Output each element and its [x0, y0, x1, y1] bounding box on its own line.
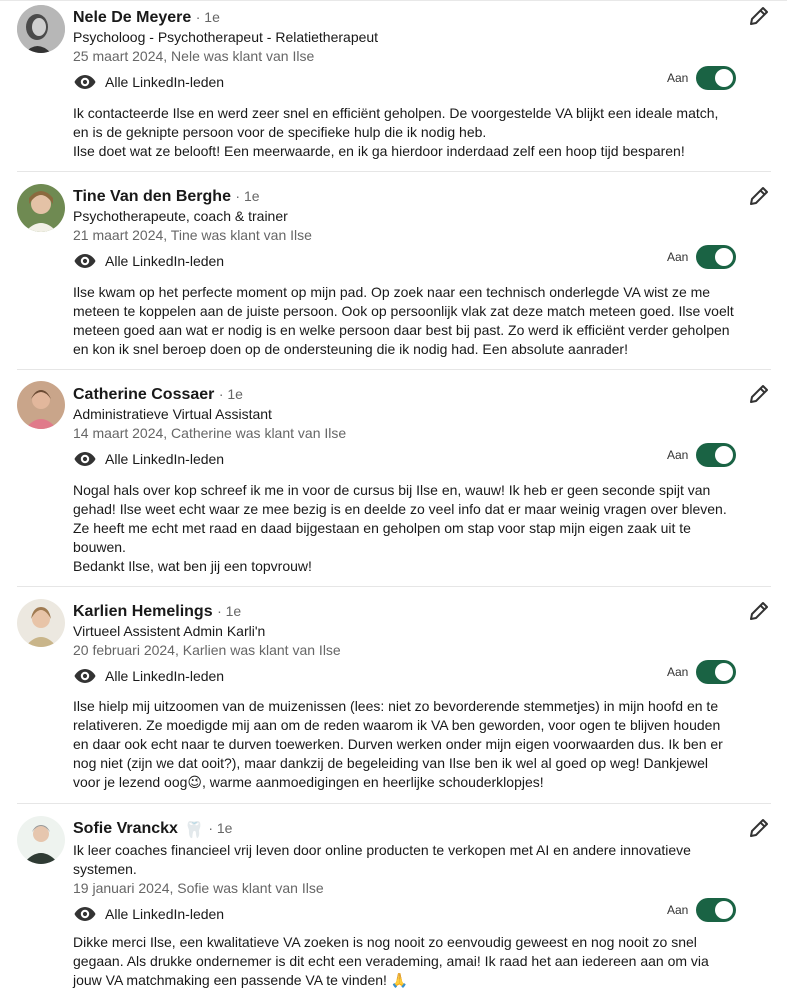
- edit-pencil-icon[interactable]: [747, 184, 771, 208]
- visibility-setting: Alle LinkedIn-leden: [73, 664, 224, 688]
- visibility-toggle[interactable]: [696, 66, 737, 90]
- recommendation-date: 20 februari 2024, Karlien was klant van …: [73, 642, 341, 658]
- recommendation-text: Ilse hielp mij uitzoomen van de muizenis…: [73, 698, 723, 790]
- edit-pencil-icon[interactable]: [747, 382, 771, 406]
- toggle-label: Aan: [667, 903, 689, 917]
- member-headline: Psycholoog - Psychotherapeut - Relatieth…: [73, 29, 379, 45]
- eye-icon: [74, 907, 96, 921]
- recommendation-date: 21 maart 2024, Tine was klant van Ilse: [73, 227, 312, 243]
- avatar[interactable]: [17, 816, 65, 864]
- visibility-toggle[interactable]: [696, 898, 737, 922]
- visibility-label: Alle LinkedIn-leden: [105, 253, 225, 269]
- connection-degree: · 1e: [235, 188, 260, 204]
- recommendation-text: Ilse kwam op het perfecte moment op mijn…: [73, 284, 734, 357]
- visibility-setting: Alle LinkedIn-leden: [73, 70, 224, 94]
- visibility-setting: Alle LinkedIn-leden: [73, 447, 224, 471]
- toggle-label: Aan: [667, 448, 689, 462]
- eye-icon: [74, 452, 96, 466]
- recommendation-date: 14 maart 2024, Catherine was klant van I…: [73, 425, 347, 441]
- toggle-label: Aan: [667, 250, 689, 264]
- recommendation-date: 25 maart 2024, Nele was klant van Ilse: [73, 48, 315, 64]
- recommendation-item: Catherine Cossaer · 1e Administratieve V…: [17, 369, 771, 587]
- toggle-label: Aan: [667, 665, 689, 679]
- recommendation-date: 19 januari 2024, Sofie was klant van Ils…: [73, 880, 324, 896]
- edit-pencil-icon[interactable]: [747, 816, 771, 840]
- member-name[interactable]: Catherine Cossaer: [73, 386, 214, 403]
- recommendation-text: Dikke merci Ilse, een kwalitatieve VA zo…: [73, 934, 709, 988]
- member-headline: Ik leer coaches financieel vrij leven do…: [73, 842, 691, 877]
- visibility-setting: Alle LinkedIn-leden: [73, 249, 224, 273]
- recommendation-item: Nele De Meyere · 1e Psycholoog - Psychot…: [17, 0, 771, 172]
- connection-degree: · 1e: [195, 9, 220, 25]
- visibility-label: Alle LinkedIn-leden: [105, 906, 225, 922]
- recommendation-text: Nogal hals over kop schreef ik me in voo…: [73, 482, 727, 574]
- edit-pencil-icon[interactable]: [747, 4, 771, 28]
- connection-degree: · 1e: [218, 386, 243, 402]
- avatar[interactable]: [17, 5, 65, 53]
- member-name[interactable]: Nele De Meyere: [73, 9, 191, 26]
- visibility-toggle[interactable]: [696, 443, 737, 467]
- eye-icon: [74, 75, 96, 89]
- avatar[interactable]: [17, 184, 65, 232]
- visibility-label: Alle LinkedIn-leden: [105, 451, 225, 467]
- member-name[interactable]: Karlien Hemelings: [73, 603, 213, 620]
- visibility-toggle[interactable]: [696, 660, 737, 684]
- visibility-setting: Alle LinkedIn-leden: [73, 902, 224, 926]
- recommendation-item: Karlien Hemelings · 1e Virtueel Assisten…: [17, 586, 771, 804]
- visibility-label: Alle LinkedIn-leden: [105, 74, 225, 90]
- recommendation-item: Tine Van den Berghe · 1e Psychotherapeut…: [17, 171, 771, 370]
- eye-icon: [74, 254, 96, 268]
- member-name[interactable]: Sofie Vranckx: [73, 820, 178, 837]
- recommendation-item: Sofie Vranckx 🦷 · 1e Ik leer coaches fina…: [17, 803, 771, 997]
- visibility-label: Alle LinkedIn-leden: [105, 668, 225, 684]
- edit-pencil-icon[interactable]: [747, 599, 771, 623]
- tooth-icon: 🦷: [183, 822, 204, 839]
- member-headline: Psychotherapeute, coach & trainer: [73, 208, 288, 224]
- toggle-label: Aan: [667, 71, 689, 85]
- avatar[interactable]: [17, 599, 65, 647]
- member-headline: Administratieve Virtual Assistant: [73, 406, 272, 422]
- avatar[interactable]: [17, 381, 65, 429]
- connection-degree: · 1e: [217, 603, 242, 619]
- connection-degree: · 1e: [208, 820, 233, 836]
- eye-icon: [74, 669, 96, 683]
- recommendation-text: Ik contacteerde Ilse en werd zeer snel e…: [73, 105, 719, 159]
- member-headline: Virtueel Assistent Admin Karli'n: [73, 623, 266, 639]
- member-name[interactable]: Tine Van den Berghe: [73, 188, 231, 205]
- visibility-toggle[interactable]: [696, 245, 737, 269]
